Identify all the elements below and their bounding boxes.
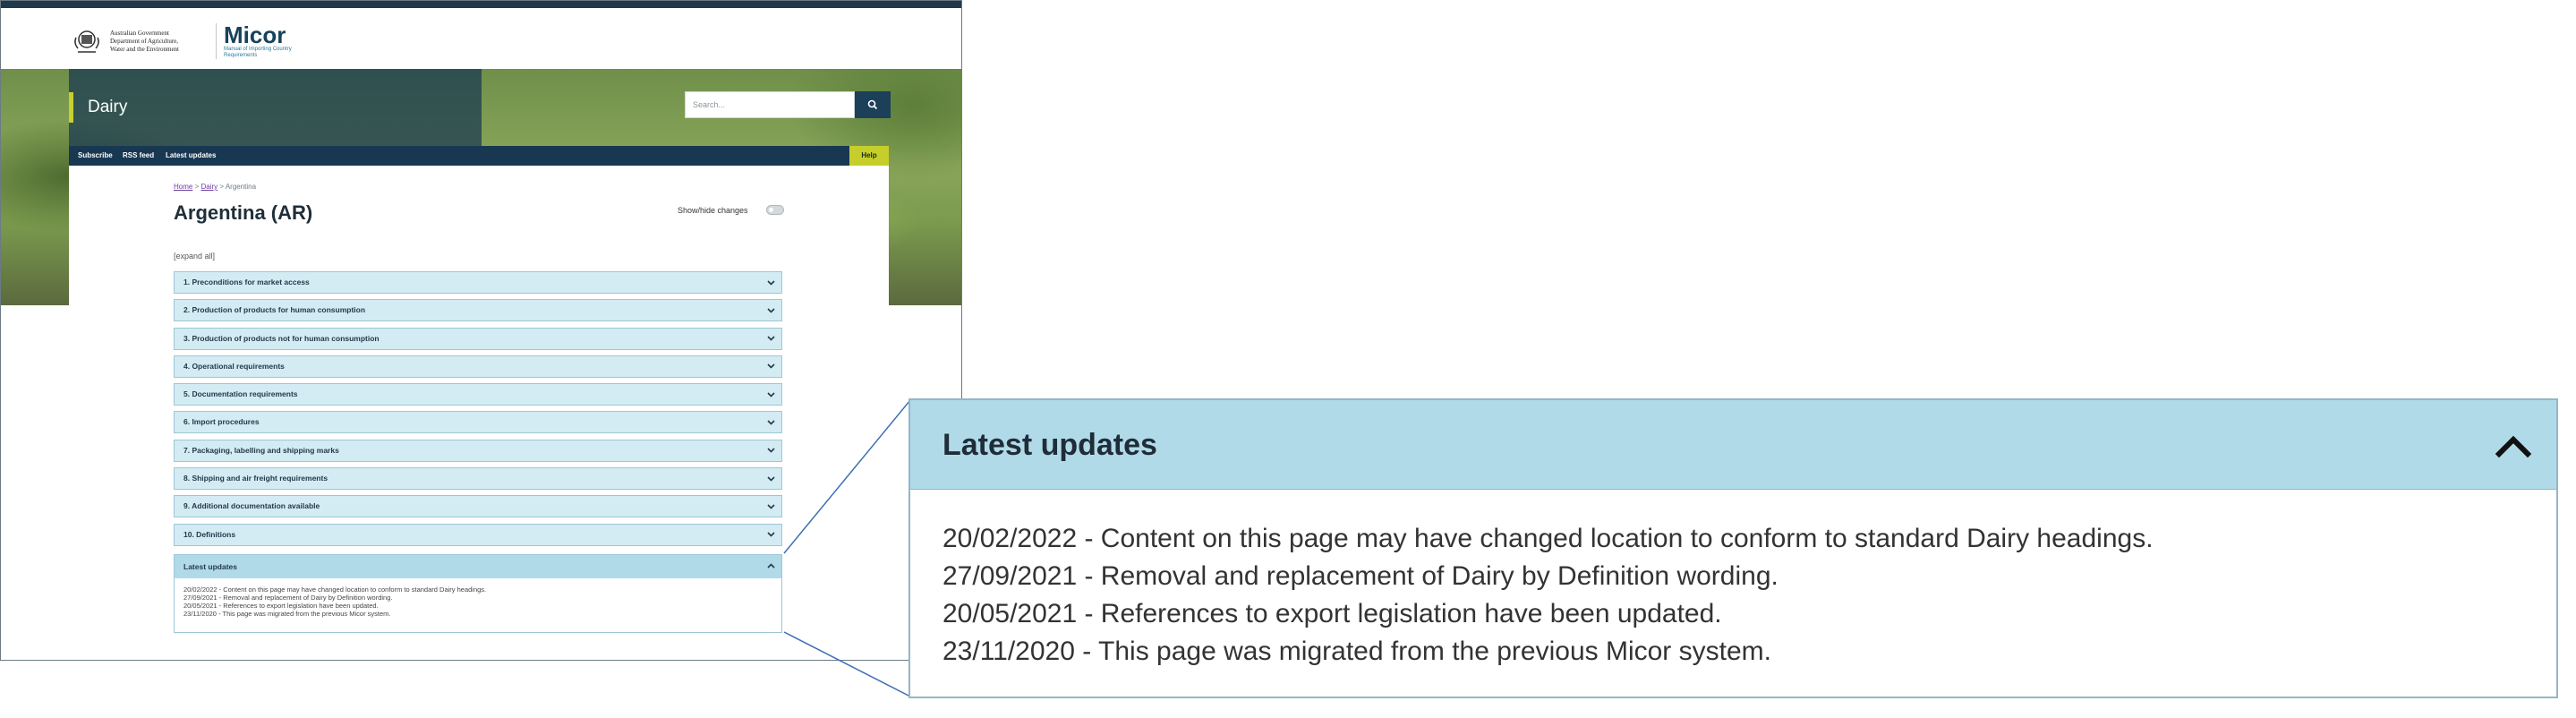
gov-line-3: Water and the Environment	[110, 45, 179, 53]
expand-all-link[interactable]: [expand all]	[174, 252, 215, 261]
micor-wordmark: Micor Manual of Importing Country Requir…	[224, 23, 292, 59]
accordion-item[interactable]: 3. Production of products not for human …	[174, 327, 782, 350]
update-entry: 20/05/2021 - References to export legisl…	[183, 602, 379, 610]
accordion-label: 9. Additional documentation available	[183, 501, 320, 511]
breadcrumb: Home > Dairy > Argentina	[174, 183, 257, 191]
chevron-down-icon	[765, 384, 776, 405]
breadcrumb-current: Argentina	[225, 183, 257, 191]
accordion-item[interactable]: 5. Documentation requirements	[174, 383, 782, 406]
nav-subscribe[interactable]: Subscribe	[78, 146, 113, 166]
latest-updates-header[interactable]: Latest updates	[910, 400, 2556, 490]
accordion-label: 8. Shipping and air freight requirements	[183, 474, 328, 483]
accordion-item[interactable]: 8. Shipping and air freight requirements	[174, 467, 782, 491]
latest-updates-title-small: Latest updates	[183, 562, 237, 571]
chevron-down-icon	[765, 329, 776, 349]
help-button[interactable]: Help	[849, 146, 889, 166]
chevron-down-icon	[765, 356, 776, 377]
accordion-label: 10. Definitions	[183, 529, 236, 539]
gov-line-2: Department of Agriculture,	[110, 37, 179, 45]
latest-updates-body-small: 20/02/2022 - Content on this page may ha…	[175, 578, 781, 625]
latest-updates-title: Latest updates	[943, 428, 1157, 462]
content-panel: Home > Dairy > Argentina Argentina (AR) …	[69, 166, 889, 660]
app-name: Micor	[224, 21, 286, 48]
chevron-down-icon	[765, 440, 776, 461]
accordion-label: 7. Packaging, labelling and shipping mar…	[183, 445, 339, 455]
chevron-up-icon	[2495, 435, 2532, 458]
government-wordmark: Australian Government Department of Agri…	[110, 30, 209, 54]
accordion-item[interactable]: 10. Definitions	[174, 523, 782, 546]
latest-updates-header-small[interactable]: Latest updates	[175, 555, 781, 578]
update-entry: 27/09/2021 - Removal and replacement of …	[943, 561, 1778, 591]
update-entry: 20/02/2022 - Content on this page may ha…	[943, 524, 2154, 553]
show-hide-changes-toggle[interactable]	[766, 205, 784, 215]
search-input[interactable]: Search...	[685, 91, 855, 118]
show-hide-changes-label: Show/hide changes	[678, 206, 748, 215]
latest-updates-panel-small: Latest updates 20/02/2022 - Content on t…	[174, 554, 782, 633]
accordion-item[interactable]: 1. Preconditions for market access	[174, 271, 782, 294]
update-entry: 23/11/2020 - This page was migrated from…	[943, 637, 1771, 666]
app-subtitle: Manual of Importing Country Requirements	[224, 47, 292, 58]
chevron-down-icon	[765, 468, 776, 489]
accordion-item[interactable]: 6. Import procedures	[174, 411, 782, 434]
update-entry: 20/05/2021 - References to export legisl…	[943, 599, 1722, 628]
nav-rss-feed[interactable]: RSS feed	[123, 146, 154, 166]
crest-icon	[74, 30, 99, 53]
nav-latest-updates[interactable]: Latest updates	[166, 146, 216, 166]
accordion-list: 1. Preconditions for market access 2. Pr…	[174, 271, 782, 551]
search-icon	[867, 99, 878, 110]
accordion-label: 5. Documentation requirements	[183, 389, 298, 399]
latest-updates-zoom-callout: Latest updates 20/02/2022 - Content on t…	[908, 398, 2558, 698]
section-title: Dairy	[69, 92, 445, 123]
update-entry: 27/09/2021 - Removal and replacement of …	[183, 594, 393, 602]
accordion-label: 1. Preconditions for market access	[183, 278, 310, 286]
chevron-down-icon	[765, 272, 776, 293]
chevron-down-icon	[765, 496, 776, 517]
latest-updates-body: 20/02/2022 - Content on this page may ha…	[910, 490, 2556, 671]
breadcrumb-dairy[interactable]: Dairy	[200, 183, 218, 191]
chevron-up-icon	[765, 555, 776, 576]
chevron-down-icon	[765, 525, 776, 545]
site-logo[interactable]: Australian Government Department of Agri…	[71, 19, 292, 64]
accordion-label: 2. Production of products for human cons…	[183, 305, 366, 315]
main-nav: Subscribe RSS feed Latest updates Help	[69, 146, 889, 166]
search-button[interactable]	[855, 91, 891, 118]
gov-line-1: Australian Government	[110, 29, 169, 37]
accordion-item[interactable]: 2. Production of products for human cons…	[174, 299, 782, 322]
top-strip	[1, 1, 961, 8]
accordion-item[interactable]: 7. Packaging, labelling and shipping mar…	[174, 439, 782, 462]
update-entry: 23/11/2020 - This page was migrated from…	[183, 610, 391, 618]
logo-divider	[216, 23, 217, 59]
accordion-item[interactable]: 4. Operational requirements	[174, 355, 782, 378]
update-entry: 20/02/2022 - Content on this page may ha…	[183, 586, 487, 594]
breadcrumb-home[interactable]: Home	[174, 183, 192, 191]
accordion-label: 3. Production of products not for human …	[183, 333, 380, 343]
micor-page-screenshot: Australian Government Department of Agri…	[0, 0, 962, 661]
accordion-label: 4. Operational requirements	[183, 361, 285, 371]
accordion-item[interactable]: 9. Additional documentation available	[174, 495, 782, 518]
chevron-down-icon	[765, 300, 776, 321]
accordion-label: 6. Import procedures	[183, 417, 260, 427]
page-title: Argentina (AR)	[174, 201, 313, 224]
chevron-down-icon	[765, 412, 776, 432]
